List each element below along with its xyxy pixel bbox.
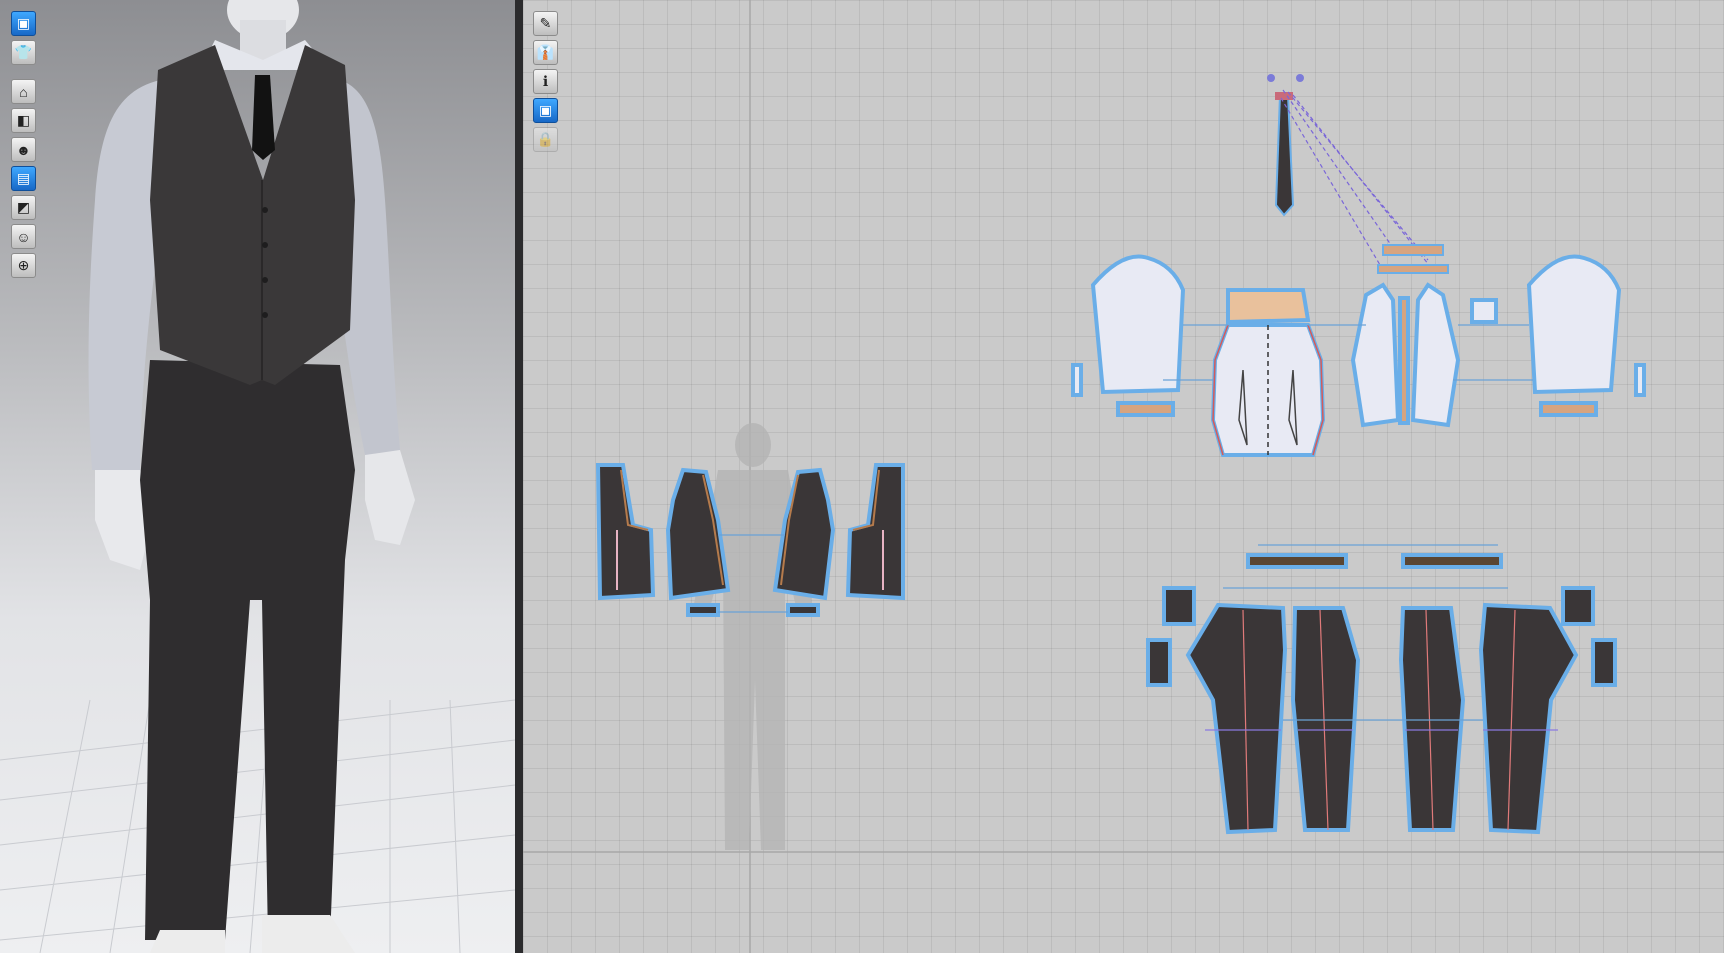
vest	[150, 45, 355, 385]
shading-icon[interactable]: ◩	[11, 195, 36, 220]
avatar-visibility-icon[interactable]: ⌂	[11, 79, 36, 104]
trouser-pattern[interactable]	[1146, 553, 1617, 835]
viewport-3d[interactable]: ▣ 👕 ⌂ ◧ ☻ ▤ ◩ ☺ ⊕	[0, 0, 515, 953]
pattern-canvas	[523, 0, 1724, 953]
tie-pattern[interactable]	[1267, 74, 1449, 274]
viewport-splitter[interactable]	[515, 0, 523, 953]
skin-icon[interactable]: ☺	[11, 224, 36, 249]
trousers	[140, 360, 355, 940]
globe-icon[interactable]: ⊕	[11, 253, 36, 278]
simulation-icon[interactable]: ▣	[11, 11, 36, 36]
2d-toolbar: ✎ 👔 ℹ ▣ 🔒	[533, 11, 558, 152]
floor-grid	[0, 699, 515, 953]
shirt-visibility-icon[interactable]: 👔	[533, 40, 558, 65]
texture-icon[interactable]: ◧	[11, 108, 36, 133]
thickness-icon[interactable]: ▣	[533, 98, 558, 123]
info-icon[interactable]: ℹ	[533, 69, 558, 94]
avatar-3d-scene	[0, 0, 515, 953]
viewport-2d[interactable]: ✎ 👔 ℹ ▣ 🔒	[523, 0, 1724, 953]
toolbar-separator	[11, 69, 36, 75]
pen-icon[interactable]: ✎	[533, 11, 558, 36]
garment-icon[interactable]: 👕	[11, 40, 36, 65]
3d-toolbar: ▣ 👕 ⌂ ◧ ☻ ▤ ◩ ☺ ⊕	[11, 11, 36, 278]
lock-icon[interactable]: 🔒	[533, 127, 558, 152]
surface-icon[interactable]: ▤	[11, 166, 36, 191]
avatar-icon[interactable]: ☻	[11, 137, 36, 162]
shirt-pattern[interactable]	[1071, 254, 1646, 457]
necktie	[252, 75, 275, 160]
